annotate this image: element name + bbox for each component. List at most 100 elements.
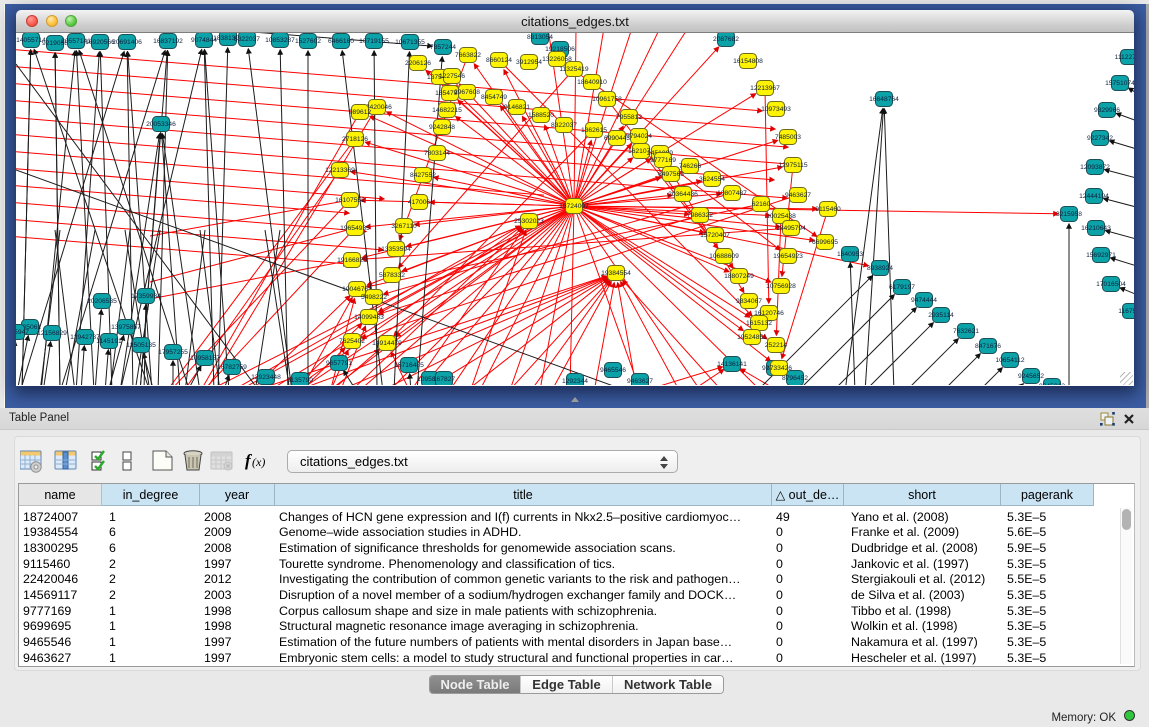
svg-text:12213369: 12213369 [325,167,355,174]
svg-text:9245012: 9245012 [1039,383,1065,385]
svg-text:15716485: 15716485 [394,362,424,369]
svg-text:989612: 989612 [349,109,372,116]
svg-text:14914479: 14914479 [372,340,402,347]
svg-text:10688609: 10688609 [709,253,739,260]
svg-text:9245652: 9245652 [1018,373,1044,380]
svg-text:1362615: 1362615 [581,127,607,134]
svg-text:746266: 746266 [679,163,702,170]
svg-text:62160: 62160 [752,201,771,208]
svg-text:16648764: 16648764 [869,96,899,103]
svg-text:9227342: 9227342 [1087,135,1113,142]
svg-text:10807487: 10807487 [717,190,747,197]
svg-text:9463627: 9463627 [627,378,653,385]
svg-text:2718126: 2718126 [342,136,368,143]
svg-text:9465546: 9465546 [600,367,626,374]
svg-text:18495794: 18495794 [776,225,806,232]
svg-text:16782759: 16782759 [217,364,247,371]
svg-text:16920566: 16920566 [85,39,115,46]
svg-text:12923448: 12923448 [251,374,281,381]
svg-text:10719155: 10719155 [359,38,389,45]
svg-text:3215958: 3215958 [1056,211,1082,218]
svg-text:8813054: 8813054 [527,34,553,41]
svg-text:10973493: 10973493 [761,106,791,113]
svg-text:9474444: 9474444 [911,297,937,304]
svg-text:17359934: 17359934 [131,293,161,300]
svg-text:20053346: 20053346 [146,121,176,128]
svg-text:9794024: 9794024 [626,133,652,140]
svg-text:1640953: 1640953 [837,251,863,258]
svg-text:19524851: 19524851 [737,334,767,341]
svg-text:2206126: 2206126 [405,60,431,67]
svg-text:9115460: 9115460 [815,206,841,213]
svg-text:1733426: 1733426 [766,365,792,372]
svg-text:10654112: 10654112 [995,357,1025,364]
svg-text:11325419: 11325419 [559,66,589,73]
svg-text:9463627: 9463627 [785,192,811,199]
svg-text:3624554: 3624554 [699,176,725,183]
svg-text:1615132: 1615132 [746,320,772,327]
svg-text:10025438: 10025438 [766,213,796,220]
svg-text:20691406: 20691406 [112,39,142,46]
svg-text:15751074: 15751074 [1105,80,1134,87]
svg-text:417006: 417006 [408,199,431,206]
svg-text:10958157: 10958157 [190,355,220,362]
svg-text:17016504: 17016504 [1096,281,1126,288]
svg-text:11122726: 11122726 [1115,54,1134,61]
svg-text:14136141: 14136141 [717,361,747,368]
svg-text:2967608: 2967608 [454,89,480,96]
svg-text:167827: 167827 [433,376,456,383]
svg-text:12156829: 12156829 [37,330,67,337]
svg-text:16107552: 16107552 [335,197,365,204]
svg-text:7625402: 7625402 [339,338,365,345]
svg-text:1145191: 1145191 [96,338,122,345]
svg-text:1227546: 1227546 [439,73,465,80]
svg-text:14099483: 14099483 [354,314,384,321]
svg-text:19654923: 19654923 [773,253,803,260]
svg-text:9777169: 9777169 [650,157,676,164]
svg-text:1292344: 1292344 [562,378,588,385]
svg-text:8427552: 8427552 [410,172,436,179]
svg-text:12975115: 12975115 [778,162,808,169]
svg-text:6179197: 6179197 [889,284,915,291]
svg-text:2087682: 2087682 [713,36,739,43]
svg-text:3915947: 3915947 [16,329,29,336]
svg-text:9242848: 9242848 [429,124,455,131]
svg-text:10961758: 10961758 [592,96,622,103]
svg-text:(x): (x) [252,455,265,469]
svg-text:7632621: 7632621 [953,328,979,335]
svg-text:9834067: 9834067 [736,298,762,305]
svg-text:1167533: 1167533 [1118,308,1134,315]
svg-text:13975857: 13975857 [111,324,141,331]
svg-text:3267110: 3267110 [391,223,417,230]
svg-text:3912954: 3912954 [516,59,542,66]
svg-text:9135790: 9135790 [287,377,313,384]
svg-text:1527602: 1527602 [295,38,321,45]
svg-text:8322037: 8322037 [551,122,577,129]
svg-text:5498222: 5498222 [361,294,387,301]
svg-text:2935114: 2935114 [928,312,954,319]
svg-text:10853287: 10853287 [265,37,295,44]
svg-text:8796452: 8796452 [782,375,808,382]
svg-text:10756928: 10756928 [766,283,796,290]
svg-text:15720407: 15720407 [700,232,730,239]
svg-text:15692971: 15692971 [1086,252,1116,259]
svg-text:18807249: 18807249 [724,273,754,280]
svg-text:9146821: 9146821 [504,104,530,111]
svg-text:8322037: 8322037 [234,36,260,43]
svg-text:18640910: 18640910 [577,79,607,86]
svg-text:14682215: 14682215 [432,107,462,114]
svg-text:7485003: 7485003 [775,134,801,141]
svg-text:13353594: 13353594 [381,246,411,253]
svg-text:25302023: 25302023 [514,218,544,225]
svg-text:20364436: 20364436 [668,191,698,198]
svg-text:8938924: 8938924 [867,265,893,272]
svg-text:18724007: 18724007 [559,203,589,210]
svg-text:6497568: 6497568 [658,171,684,178]
svg-text:7663822: 7663822 [455,52,481,59]
svg-text:7857244: 7857244 [430,44,456,51]
svg-text:7803144: 7803144 [424,150,450,157]
svg-text:5878332: 5878332 [379,272,405,279]
svg-text:6466160: 6466160 [328,38,354,45]
svg-text:12505135: 12505135 [126,342,156,349]
svg-text:8471676: 8471676 [975,343,1001,350]
